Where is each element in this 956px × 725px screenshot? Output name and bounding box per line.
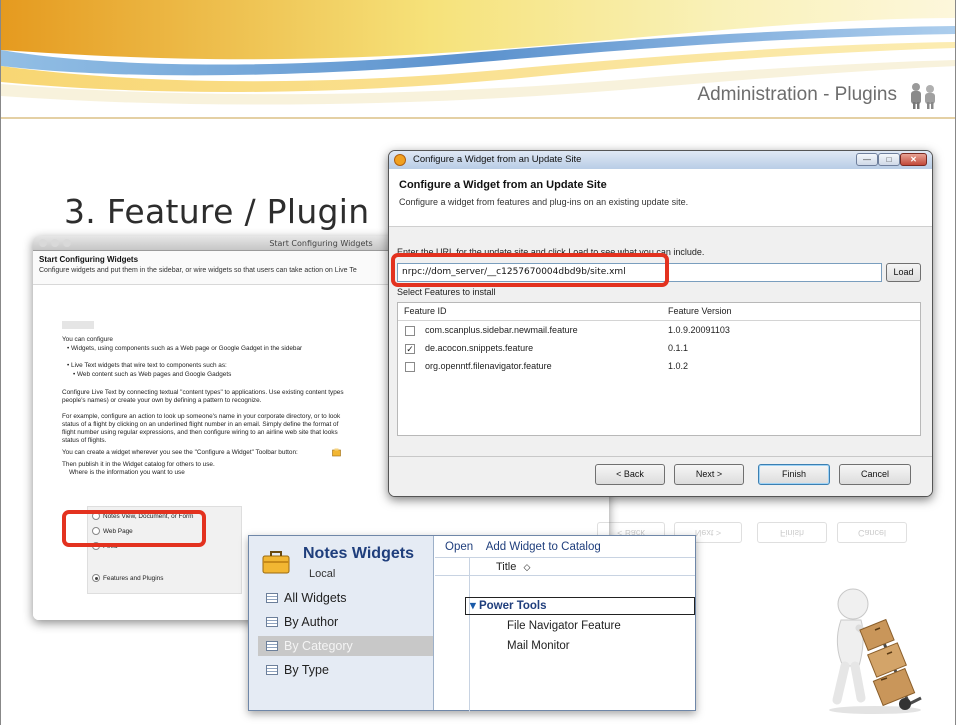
list-item[interactable]: Mail Monitor [507, 640, 570, 652]
header-title: Administration - Plugins [697, 84, 897, 105]
view-icon [266, 617, 278, 627]
finish-button[interactable]: Finish [758, 464, 830, 485]
configure-widget-icon [332, 448, 341, 457]
maximize-button[interactable]: □ [878, 153, 900, 166]
select-features-label: Select Features to install [397, 287, 496, 297]
body-text: flight number using regular expressions,… [62, 429, 338, 436]
notes-widgets-title: Notes Widgets [303, 545, 414, 562]
category-power-tools[interactable]: ▾ Power Tools [465, 597, 695, 615]
table-row[interactable]: com.scanplus.sidebar.newmail.feature 1.0… [398, 322, 920, 340]
cancel-button[interactable]: Cancel [839, 464, 911, 485]
highlight-box-url [391, 253, 669, 287]
body-text: status of a flight by clicking on an und… [62, 421, 339, 428]
body-text: • Live Text widgets that wire text to co… [67, 362, 227, 369]
dialog-heading: Configure a Widget from an Update Site [399, 179, 607, 191]
table-header: Feature ID Feature Version [398, 303, 920, 321]
dialog-window-title: Configure a Widget from an Update Site [413, 154, 582, 165]
widgets-navigator: Notes Widgets Local All Widgets By Autho… [249, 536, 434, 710]
location-label: Local [309, 568, 336, 580]
widgets-toolbar: Open Add Widget to Catalog [435, 536, 695, 558]
divider [389, 456, 932, 457]
widgets-view: Open Add Widget to Catalog Title ◇ ▾ Pow… [435, 536, 695, 712]
body-text: people's names) or create your own by de… [62, 397, 262, 404]
body-text: You can create a widget wherever you see… [62, 449, 298, 456]
minimize-button[interactable]: — [856, 153, 878, 166]
checkbox[interactable] [405, 326, 415, 336]
expand-icon[interactable]: ▾ [470, 600, 476, 612]
next-button[interactable]: Next > [674, 464, 744, 485]
placeholder-graphic [62, 321, 94, 329]
add-to-catalog-action[interactable]: Add Widget to Catalog [486, 541, 601, 553]
view-icon [266, 641, 278, 651]
nav-by-type[interactable]: By Type [258, 660, 433, 680]
reflection-cancel: Cancel [837, 522, 907, 543]
slide-title: 3. Feature / Plugin [64, 192, 370, 231]
reflection-finish: Finish [757, 522, 827, 543]
hand-truck-mover-illustration [829, 588, 922, 714]
column-title[interactable]: Title ◇ [469, 558, 695, 576]
slide: Administration - Plugins 3. Feature / Pl… [0, 0, 956, 725]
body-text: Configure Live Text by connecting textua… [62, 389, 344, 396]
features-table: Feature ID Feature Version com.scanplus.… [397, 302, 921, 436]
screenshot-window-title: Start Configuring Widgets [269, 239, 373, 248]
body-text: Where is the information you want to use [69, 469, 185, 476]
dialog-titlebar: Configure a Widget from an Update Site —… [389, 151, 932, 169]
checkbox[interactable] [405, 362, 415, 372]
body-text: • Web content such as Web pages and Goog… [73, 371, 232, 378]
body-text: For example, configure an action to look… [62, 413, 341, 420]
list-item[interactable]: File Navigator Feature [507, 620, 621, 632]
dialog-description: Configure a widget from features and plu… [399, 197, 689, 207]
option-features-plugins[interactable]: Features and Plugins [92, 574, 163, 582]
window-dot-icon [51, 239, 59, 247]
checkbox-checked[interactable]: ✓ [405, 344, 415, 354]
view-icon [266, 593, 278, 603]
load-button[interactable]: Load [886, 263, 921, 282]
window-dot-icon [63, 239, 71, 247]
view-icon [266, 665, 278, 675]
dialog-header: Configure a Widget from an Update Site C… [389, 169, 932, 227]
body-text: status of flights. [62, 437, 107, 444]
header-swoosh [1, 0, 955, 119]
table-row[interactable]: org.openntf.filenavigator.feature 1.0.2 [398, 358, 920, 376]
body-text: You can configure [62, 336, 113, 343]
people-icon [911, 83, 935, 109]
window-dot-icon [39, 239, 47, 247]
toolbox-icon [262, 551, 290, 574]
nav-by-category[interactable]: By Category [258, 636, 433, 656]
update-site-dialog: Configure a Widget from an Update Site —… [388, 150, 933, 497]
app-icon [394, 154, 406, 166]
radio-selected-icon[interactable] [92, 574, 100, 582]
body-text: • Widgets, using components such as a We… [67, 345, 303, 352]
highlight-box-features-plugins [62, 510, 206, 547]
column-feature-version[interactable]: Feature Version [668, 306, 732, 316]
notes-widgets-panel: Notes Widgets Local All Widgets By Autho… [248, 535, 696, 712]
sort-icon[interactable]: ◇ [523, 562, 530, 572]
column-feature-id[interactable]: Feature ID [404, 306, 447, 316]
column-spacer [435, 558, 469, 576]
body-text: Then publish it in the Widget catalog fo… [62, 461, 215, 468]
nav-by-author[interactable]: By Author [258, 612, 433, 632]
table-row[interactable]: ✓ de.acocon.snippets.feature 0.1.1 [398, 340, 920, 358]
open-action[interactable]: Open [445, 541, 473, 553]
nav-all-widgets[interactable]: All Widgets [258, 588, 433, 608]
close-button[interactable]: ✕ [900, 153, 927, 166]
back-button[interactable]: < Back [595, 464, 665, 485]
